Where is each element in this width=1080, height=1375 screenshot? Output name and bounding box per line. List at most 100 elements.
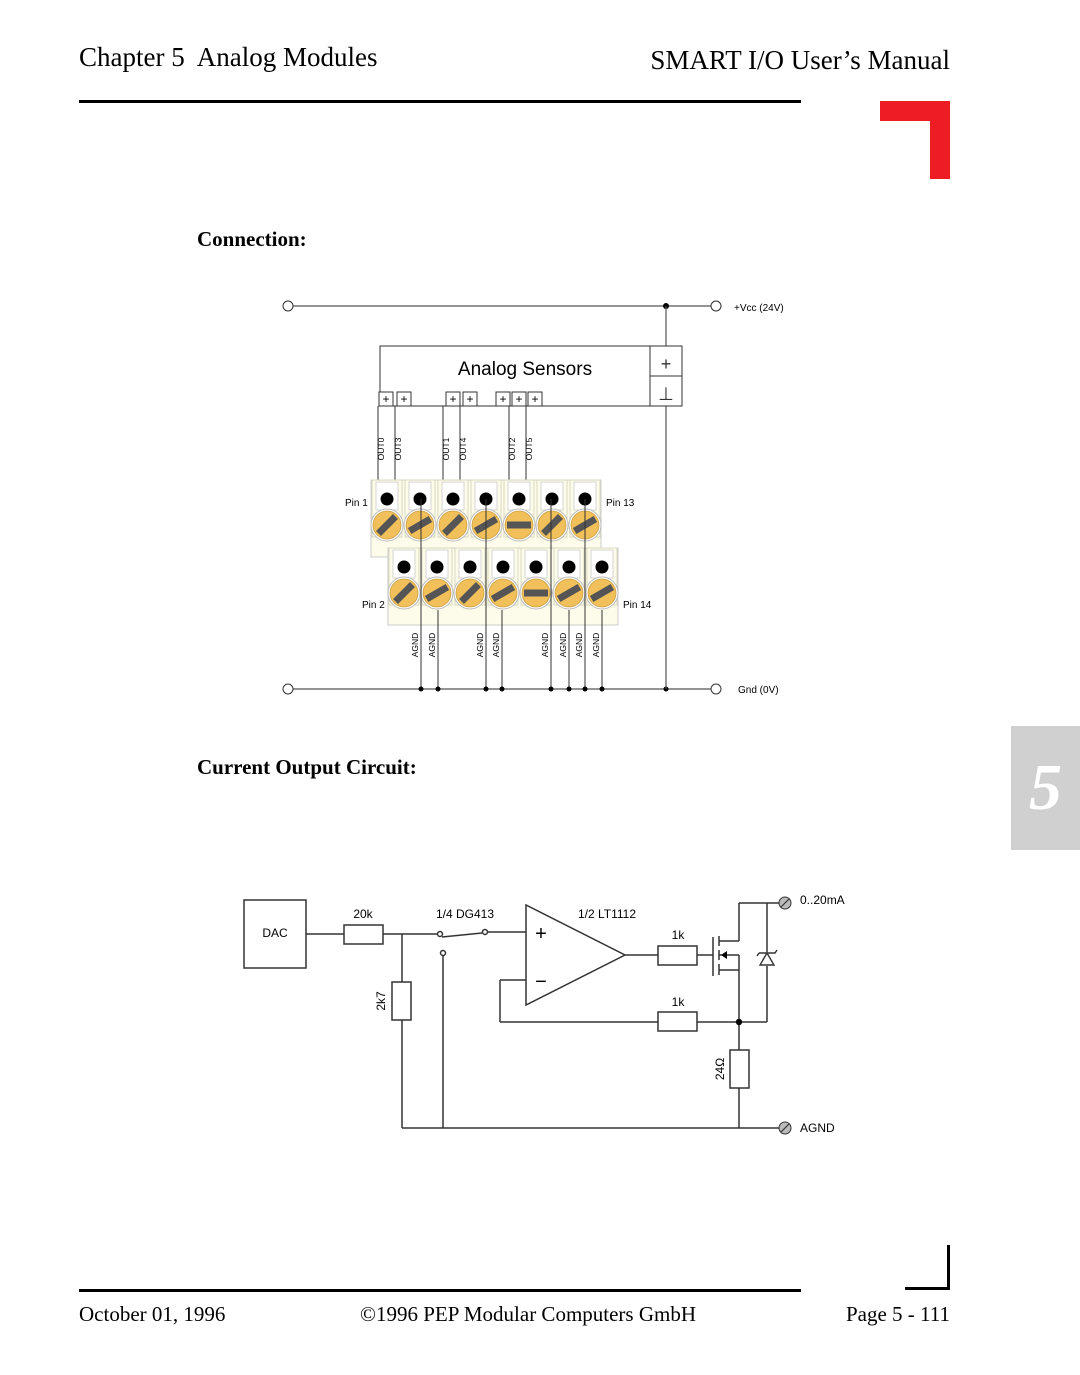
vcc-left-terminal <box>282 300 294 312</box>
gnd-left-terminal <box>282 683 294 695</box>
chapter-tab: 5 <box>1011 726 1080 850</box>
resistor-24-ohm <box>729 1049 750 1089</box>
switch-contact-b <box>481 928 489 936</box>
agnd-label: AGND <box>475 633 485 658</box>
switch-contact-c <box>439 949 447 957</box>
screw-terminal <box>486 547 520 610</box>
output-label: OUT2 <box>507 437 517 460</box>
agnd-junction <box>499 686 505 692</box>
agnd-junction <box>483 686 489 692</box>
pin14-label: Pin 14 <box>623 600 652 611</box>
screw-terminal <box>387 547 421 610</box>
zener-diode <box>758 951 776 966</box>
resistor-2k7 <box>391 981 412 1021</box>
resistor-24-ohm-label: 24Ω <box>713 1058 727 1080</box>
screw-terminal <box>502 479 536 542</box>
footer-date: October 01, 1996 <box>79 1302 226 1326</box>
sensor-plus-terminal: + <box>396 391 412 407</box>
switch-label: 1/4 DG413 <box>436 907 494 921</box>
opamp-minus: − <box>535 971 547 993</box>
screw-terminal <box>552 547 586 610</box>
screw-terminal <box>519 547 553 610</box>
mosfet-arrow <box>721 951 727 959</box>
output-label: OUT3 <box>393 437 403 460</box>
output-label: OUT4 <box>458 437 468 460</box>
agnd-junction <box>566 686 572 692</box>
agnd-label: AGND <box>410 633 420 658</box>
supply-ground-symbol: ⊥ <box>658 384 674 404</box>
output-label: OUT0 <box>376 437 386 460</box>
screw-terminal <box>370 479 404 542</box>
analog-sensors-label: Analog Sensors <box>458 359 592 380</box>
screw-terminal <box>420 547 454 610</box>
output-label: OUT5 <box>524 437 534 460</box>
resistor-20k-label: 20k <box>353 907 373 921</box>
switch-arm <box>441 932 483 938</box>
section-title-current-output: Current Output Circuit: <box>197 755 417 779</box>
connection-diagram: +Vcc (24V) Gnd (0V) Analog Sensors + ⊥ +… <box>282 300 784 696</box>
vcc-right-terminal <box>710 300 722 312</box>
resistor-gate-1k <box>657 945 698 966</box>
svg-text:+: + <box>531 392 538 406</box>
agnd-junction <box>599 686 605 692</box>
agnd-label: AGND <box>427 633 437 658</box>
pin2-label: Pin 2 <box>362 600 385 611</box>
resistor-2k7-label: 2k7 <box>374 991 388 1011</box>
feedback-junction <box>735 1018 743 1026</box>
screw-terminal <box>403 479 437 542</box>
svg-text:+: + <box>499 392 506 406</box>
output-terminal <box>778 896 792 910</box>
sensor-plus-terminal: + <box>511 391 527 407</box>
agnd-junction <box>582 686 588 692</box>
pin1-label: Pin 1 <box>345 498 368 509</box>
terminal-row-bottom <box>387 547 619 626</box>
terminal-blocks <box>370 479 619 626</box>
dac-label: DAC <box>262 926 288 940</box>
sensor-plus-terminal: + <box>462 391 478 407</box>
footer-corner-marker <box>905 1245 950 1290</box>
sensor-plus-terminal: + <box>378 391 394 407</box>
svg-text:+: + <box>515 392 522 406</box>
sensor-plus-terminal: + <box>495 391 511 407</box>
opamp-plus: + <box>535 923 547 945</box>
agnd-junction <box>548 686 554 692</box>
svg-text:+: + <box>449 392 456 406</box>
agnd-junction <box>418 686 424 692</box>
screw-terminal <box>585 547 619 610</box>
supply-plus-symbol: + <box>661 354 672 374</box>
agnd-label: AGND <box>800 1121 835 1135</box>
output-current-label: 0..20mA <box>800 893 845 907</box>
resistor-20k <box>343 924 384 945</box>
sensor-plus-terminals: + + + + + + + <box>378 391 543 407</box>
resistor-feedback-1k <box>657 1011 698 1032</box>
switch-contact-a <box>436 930 444 938</box>
sensor-plus-terminal: + <box>445 391 461 407</box>
agnd-label: AGND <box>491 633 501 658</box>
agnd-label: AGND <box>591 633 601 658</box>
opamp-label: 1/2 LT1112 <box>578 907 636 921</box>
screw-terminal <box>535 479 569 542</box>
output-label: OUT1 <box>441 437 451 460</box>
gnd-right-terminal <box>710 683 722 695</box>
gnd-label: Gnd (0V) <box>738 685 779 696</box>
agnd-terminal <box>778 1121 792 1135</box>
resistor-feedback-label: 1k <box>672 995 686 1009</box>
sensor-plus-terminal: + <box>527 391 543 407</box>
screw-terminal <box>453 547 487 610</box>
svg-text:+: + <box>466 392 473 406</box>
svg-text:+: + <box>400 392 407 406</box>
agnd-junction <box>435 686 441 692</box>
agnd-label: AGND <box>574 633 584 658</box>
opamp <box>525 903 627 1007</box>
agnd-label: AGND <box>540 633 550 658</box>
pin13-label: Pin 13 <box>606 498 635 509</box>
screw-terminal <box>436 479 470 542</box>
footer-page-number: Page 5 - 111 <box>845 1302 950 1326</box>
dac-block <box>243 899 307 969</box>
vcc-label: +Vcc (24V) <box>734 303 784 314</box>
svg-text:+: + <box>382 392 389 406</box>
resistor-gate-label: 1k <box>672 928 686 942</box>
agnd-label: AGND <box>558 633 568 658</box>
footer-copyright: ©1996 PEP Modular Computers GmbH <box>360 1302 697 1326</box>
footer-rule <box>79 1289 801 1292</box>
